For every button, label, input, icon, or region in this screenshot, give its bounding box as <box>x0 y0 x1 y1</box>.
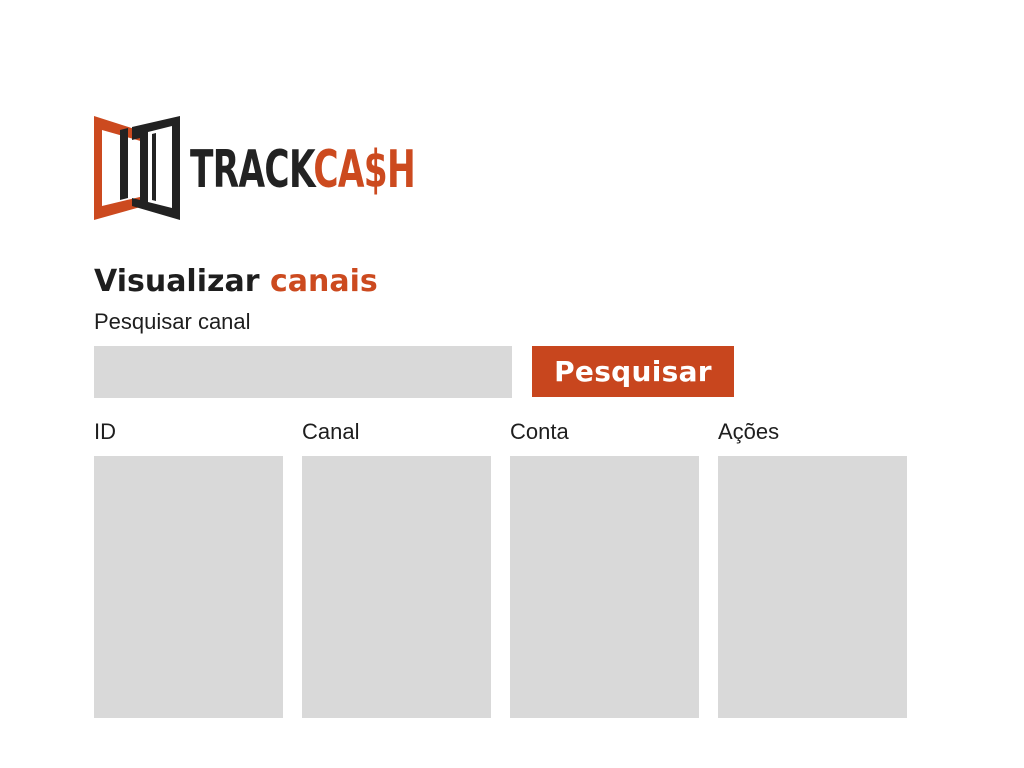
logo-word-track: TRACK <box>190 140 314 200</box>
page-title-part2: canais <box>269 264 378 299</box>
logo-word-c: C <box>313 140 338 200</box>
page-title: Visualizar canais <box>94 262 378 302</box>
logo-door-icon <box>94 116 180 220</box>
logo-wordmark: TRACKCA$H <box>190 138 416 205</box>
brand-logo: TRACKCA$H <box>94 116 416 220</box>
logo-word-ash: A$H <box>337 140 416 200</box>
column-canal: Canal <box>302 418 491 718</box>
search-input[interactable] <box>94 346 512 398</box>
column-conta: Conta <box>510 418 699 718</box>
search-button[interactable]: Pesquisar <box>532 346 734 397</box>
column-header-conta: Conta <box>510 419 569 444</box>
page-title-part1: Visualizar <box>94 264 260 299</box>
column-header-acoes: Ações <box>718 419 780 444</box>
column-body-canal <box>302 456 491 718</box>
search-label: Pesquisar canal <box>94 309 251 334</box>
column-id: ID <box>94 418 283 718</box>
column-body-id <box>94 456 283 718</box>
column-body-conta <box>510 456 699 718</box>
column-header-id: ID <box>94 419 116 444</box>
column-body-acoes <box>718 456 907 718</box>
column-header-canal: Canal <box>302 419 360 444</box>
column-acoes: Ações <box>718 418 907 718</box>
